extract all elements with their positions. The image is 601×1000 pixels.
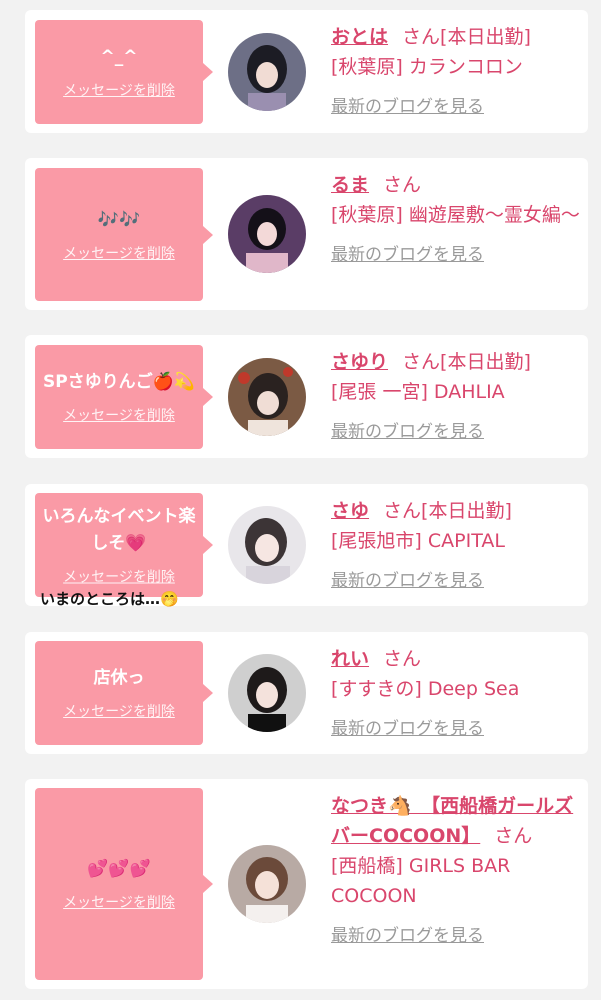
shop-text: [秋葉原] 幽遊屋敷〜霊女編〜 xyxy=(331,204,580,226)
delete-message-link[interactable]: メッセージを削除 xyxy=(63,892,175,912)
delete-message-link[interactable]: メッセージを削除 xyxy=(63,80,175,100)
blog-link[interactable]: 最新のブログを見る xyxy=(331,566,484,596)
delete-message-link[interactable]: メッセージを削除 xyxy=(63,405,175,425)
delete-message-link[interactable]: メッセージを削除 xyxy=(63,567,175,587)
honorific: さん xyxy=(383,648,422,670)
girl-name-link[interactable]: さゆり xyxy=(331,351,388,373)
avatar[interactable] xyxy=(228,654,306,732)
blog-link[interactable]: 最新のブログを見る xyxy=(331,417,484,447)
blog-link[interactable]: 最新のブログを見る xyxy=(331,714,484,744)
blog-link[interactable]: 最新のブログを見る xyxy=(331,921,484,951)
message-text: ^_^ xyxy=(100,47,138,67)
shop-text: [すすきの] Deep Sea xyxy=(331,678,520,700)
honorific: さん xyxy=(402,351,441,373)
honorific: さん xyxy=(383,500,422,522)
honorific: さん xyxy=(402,26,441,48)
message-text: 🎶🎶 xyxy=(97,209,141,230)
message-text: 店休っ xyxy=(93,668,145,688)
avatar[interactable] xyxy=(228,506,306,584)
shop-text: [秋葉原] カランコロン xyxy=(331,56,523,78)
girl-name-link[interactable]: さゆ xyxy=(331,500,369,522)
shop-text: [尾張旭市] CAPITAL xyxy=(331,530,505,552)
message-bubble: SPさゆりんご🍎💫 メッセージを削除 xyxy=(35,345,213,449)
favorite-card: 🎶🎶 メッセージを削除 るま さん [秋葉原] 幽遊屋敷〜霊女編〜 最新のブログを… xyxy=(25,158,588,310)
message-text: いろんなイベント楽しそ💗 xyxy=(42,506,196,554)
girl-name-link[interactable]: なつき🐴 【西船橋ガールズバーCOCOON】 xyxy=(331,795,573,847)
girl-info: なつき🐴 【西船橋ガールズバーCOCOON】 さん [西船橋] GIRLS BAR… xyxy=(331,791,581,951)
honorific: さん xyxy=(494,825,533,847)
avatar[interactable] xyxy=(228,195,306,273)
message-bubble: 💕💕💕 メッセージを削除 xyxy=(35,788,213,980)
overlay-note: いまのところは…🤭 xyxy=(40,590,179,608)
girl-info: さゆ さん[本日出勤] [尾張旭市] CAPITAL 最新のブログを見る xyxy=(331,496,581,596)
avatar[interactable] xyxy=(228,358,306,436)
delete-message-link[interactable]: メッセージを削除 xyxy=(63,701,175,721)
delete-message-link[interactable]: メッセージを削除 xyxy=(63,243,175,263)
girl-info: さゆり さん[本日出勤] [尾張 一宮] DAHLIA 最新のブログを見る xyxy=(331,347,581,447)
girl-info: れい さん [すすきの] Deep Sea 最新のブログを見る xyxy=(331,644,581,744)
girl-name-link[interactable]: るま xyxy=(331,174,369,196)
favorite-card: 店休っ メッセージを削除 れい さん [すすきの] Deep Sea 最新のブログ… xyxy=(25,632,588,754)
message-bubble: いろんなイベント楽しそ💗 メッセージを削除 xyxy=(35,493,213,597)
message-bubble: 🎶🎶 メッセージを削除 xyxy=(35,168,213,301)
status-text: [本日出勤] xyxy=(440,26,531,48)
message-text: 💕💕💕 xyxy=(87,859,151,879)
favorite-card: SPさゆりんご🍎💫 メッセージを削除 さゆり さん[本日出勤] [尾張 一宮] D… xyxy=(25,335,588,458)
favorite-card: 💕💕💕 メッセージを削除 なつき🐴 【西船橋ガールズバーCOCOON】 さん [西… xyxy=(25,779,588,989)
honorific: さん xyxy=(383,174,422,196)
girl-name-link[interactable]: おとは xyxy=(331,26,388,48)
favorite-card: ^_^ メッセージを削除 おとは さん[本日出勤] [秋葉原] カランコロン 最新… xyxy=(25,10,588,133)
avatar[interactable] xyxy=(228,845,306,923)
girl-info: おとは さん[本日出勤] [秋葉原] カランコロン 最新のブログを見る xyxy=(331,22,581,122)
girl-name-link[interactable]: れい xyxy=(331,648,369,670)
shop-text: [尾張 一宮] DAHLIA xyxy=(331,381,505,403)
shop-text: [西船橋] GIRLS BAR COCOON xyxy=(331,855,511,907)
blog-link[interactable]: 最新のブログを見る xyxy=(331,240,484,270)
girl-info: るま さん [秋葉原] 幽遊屋敷〜霊女編〜 最新のブログを見る xyxy=(331,170,581,270)
blog-link[interactable]: 最新のブログを見る xyxy=(331,92,484,122)
avatar[interactable] xyxy=(228,33,306,111)
status-text: [本日出勤] xyxy=(440,351,531,373)
status-text: [本日出勤] xyxy=(421,500,512,522)
message-text: SPさゆりんご🍎💫 xyxy=(42,372,196,392)
message-bubble: 店休っ メッセージを削除 xyxy=(35,641,213,745)
message-bubble: ^_^ メッセージを削除 xyxy=(35,20,213,124)
